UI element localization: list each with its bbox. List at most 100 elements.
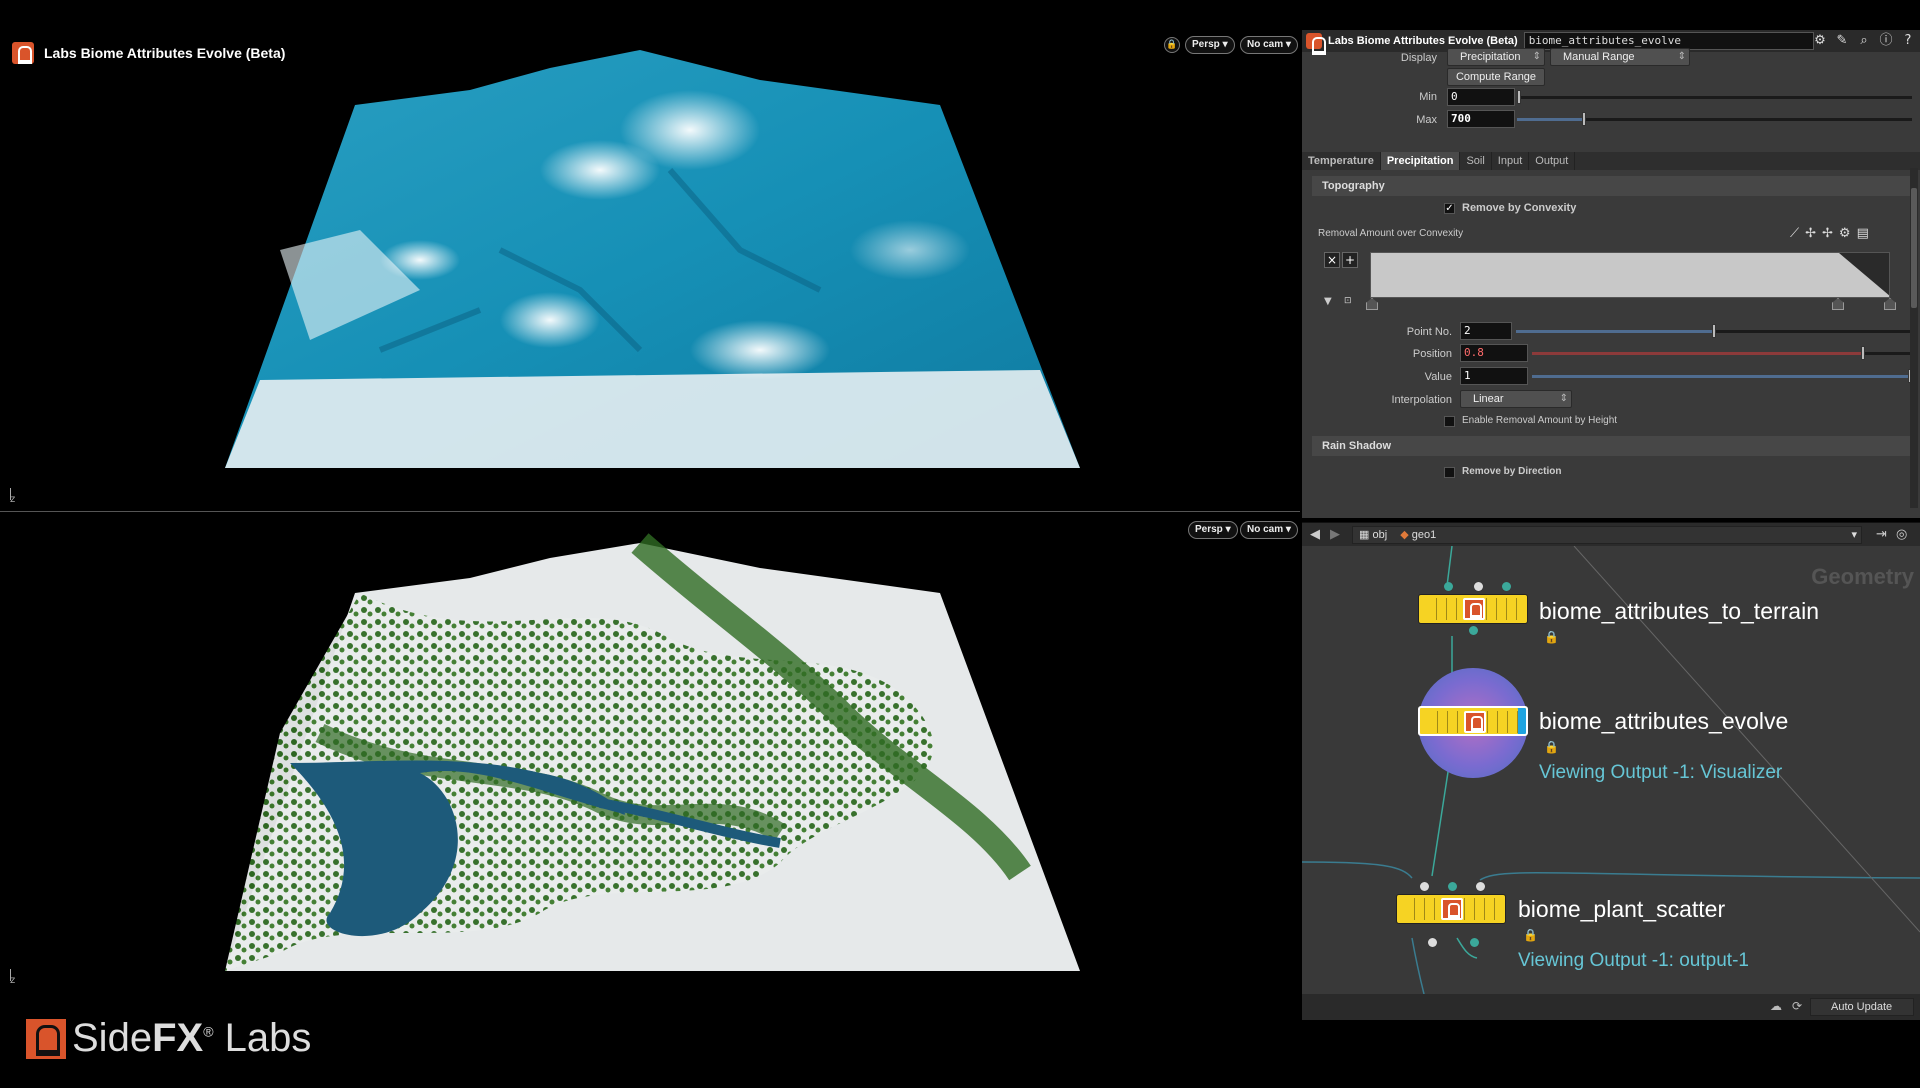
node-biome-plant-scatter[interactable] (1396, 894, 1506, 924)
pin-icon[interactable]: ⇥ (1876, 527, 1887, 542)
removal-amount-label: Removal Amount over Convexity (1318, 228, 1464, 239)
path-geo[interactable]: geo1 (1412, 529, 1436, 541)
node3-label[interactable]: biome_plant_scatter (1518, 896, 1725, 923)
remove-by-direction-checkbox[interactable] (1444, 467, 1455, 478)
persp-button-bottom[interactable]: Persp ▾ (1188, 521, 1238, 539)
geo-icon: ◆ (1400, 529, 1409, 541)
node1-input-0[interactable] (1444, 582, 1453, 591)
max-label: Max (1416, 114, 1437, 126)
info-icon[interactable]: ⓘ (1878, 33, 1894, 49)
node1-lock-icon[interactable]: 🔒 (1544, 630, 1559, 644)
obj-icon: ▦ (1359, 529, 1370, 541)
add-point-button[interactable]: + (1342, 252, 1358, 268)
tab-output[interactable]: Output (1529, 152, 1576, 170)
tab-soil[interactable]: Soil (1460, 152, 1492, 170)
node-biome-attributes-to-terrain[interactable] (1418, 594, 1528, 624)
node1-output[interactable] (1469, 626, 1478, 635)
point-no-knob[interactable] (1712, 324, 1716, 338)
min-slider-knob[interactable] (1517, 90, 1521, 104)
collapse-icon[interactable]: ▼ (1324, 296, 1332, 307)
network-editor[interactable]: Geometry biome_attributes_to_terrain 🔒 b… (1302, 546, 1920, 994)
value-slider[interactable] (1532, 369, 1912, 383)
path-dropdown-icon[interactable]: ▾ (1851, 527, 1857, 543)
compute-range-button[interactable]: Compute Range (1447, 68, 1545, 86)
max-field[interactable]: 700 (1447, 110, 1515, 128)
max-slider-knob[interactable] (1582, 112, 1586, 126)
display-menu[interactable]: Precipitation (1447, 48, 1545, 66)
forward-icon[interactable]: ▶ (1330, 527, 1340, 542)
help-icon[interactable]: ? (1900, 33, 1916, 49)
value-field[interactable]: 1 (1460, 367, 1528, 385)
auto-update-menu[interactable]: Auto Update (1810, 998, 1914, 1016)
cloud-icon[interactable]: ☁ (1770, 999, 1782, 1013)
interpolation-menu[interactable]: Linear (1460, 390, 1572, 408)
section-topography[interactable]: Topography (1312, 176, 1910, 196)
labs-node-icon (1463, 598, 1485, 620)
viewport-top[interactable]: Labs Biome Attributes Evolve (Beta) 🔒 Pe… (0, 0, 1300, 512)
parameter-scrollbar[interactable] (1910, 168, 1918, 508)
min-slider[interactable] (1517, 90, 1912, 104)
tab-temperature[interactable]: Temperature (1302, 152, 1381, 170)
scrollbar-thumb[interactable] (1911, 188, 1917, 308)
sidefx-labs-brand: SideFX® Labs (26, 1016, 311, 1061)
back-icon[interactable]: ◀ (1310, 527, 1320, 542)
point-no-slider[interactable] (1516, 324, 1912, 338)
ramp-handle-3[interactable] (1884, 298, 1896, 310)
network-path-bar: ◀ ▶ ▦ obj ◆ geo1 ▾ ⇥ ◎ (1302, 522, 1920, 546)
node2-label[interactable]: biome_attributes_evolve (1539, 708, 1788, 735)
range-menu[interactable]: Manual Range (1550, 48, 1690, 66)
node3-output-0[interactable] (1428, 938, 1437, 947)
node1-input-1[interactable] (1474, 582, 1483, 591)
terrain-precipitation-render (225, 50, 1080, 468)
node3-lock-icon[interactable]: 🔒 (1523, 928, 1538, 942)
node1-input-2[interactable] (1502, 582, 1511, 591)
brush-icon[interactable]: ✎ (1834, 33, 1850, 49)
labs-node-icon (1441, 898, 1463, 920)
viewport-bottom[interactable]: Persp ▾ No cam ▾ z (0, 513, 1300, 995)
tab-precipitation[interactable]: Precipitation (1380, 152, 1461, 170)
node3-output-info: Viewing Output -1: output-1 (1518, 950, 1749, 971)
max-slider[interactable] (1517, 112, 1912, 126)
node2-lock-icon[interactable]: 🔒 (1544, 740, 1559, 754)
camera-button-bottom[interactable]: No cam ▾ (1240, 521, 1298, 539)
min-field[interactable]: 0 (1447, 88, 1515, 106)
lock-icon[interactable]: 🔒 (1164, 37, 1180, 53)
persp-label: Persp (1192, 39, 1220, 50)
path-obj[interactable]: obj (1372, 529, 1387, 541)
remove-point-button[interactable]: × (1324, 252, 1340, 268)
tab-input[interactable]: Input (1492, 152, 1530, 170)
parameter-pane[interactable]: Labs Biome Attributes Evolve (Beta) biom… (1302, 30, 1920, 518)
section-rain-shadow[interactable]: Rain Shadow (1312, 436, 1910, 456)
enable-removal-height-checkbox[interactable] (1444, 416, 1455, 427)
node3-input-0[interactable] (1420, 882, 1429, 891)
gradient-icon[interactable]: ▤ (1857, 226, 1869, 241)
camera-button[interactable]: No cam ▾ (1240, 36, 1298, 54)
node3-input-2[interactable] (1476, 882, 1485, 891)
position-field[interactable]: 0.8 (1460, 344, 1528, 362)
ramp-handle-1[interactable] (1366, 298, 1378, 310)
gear-icon[interactable]: ⚙ (1839, 226, 1851, 241)
refresh-icon[interactable]: ⟳ (1792, 999, 1802, 1013)
persp-button[interactable]: Persp ▾ (1185, 36, 1235, 54)
position-knob[interactable] (1861, 346, 1865, 360)
param-tabs: Temperature Precipitation Soil Input Output (1302, 152, 1920, 170)
gear-icon[interactable]: ⚙ (1812, 33, 1828, 49)
position-slider[interactable] (1532, 346, 1912, 360)
remove-by-convexity-label: Remove by Convexity (1462, 202, 1577, 214)
node-biome-attributes-evolve[interactable] (1418, 706, 1528, 736)
move-alt-icon[interactable]: ✢ (1822, 226, 1833, 241)
move-icon[interactable]: ✢ (1805, 226, 1816, 241)
remove-by-convexity-checkbox[interactable]: ✓ (1444, 203, 1455, 214)
ramp-editor[interactable] (1370, 252, 1890, 298)
pen-icon[interactable]: ⟋ (1790, 226, 1799, 241)
point-no-field[interactable]: 2 (1460, 322, 1512, 340)
node3-input-1[interactable] (1448, 882, 1457, 891)
network-path[interactable]: ▦ obj ◆ geo1 ▾ (1352, 526, 1862, 544)
target-icon[interactable]: ◎ (1896, 527, 1907, 542)
node1-label[interactable]: biome_attributes_to_terrain (1539, 598, 1819, 625)
link-icon[interactable]: ⊡ (1344, 296, 1352, 306)
node3-output-1[interactable] (1470, 938, 1479, 947)
ramp-tools: ⟋ ✢ ✢ ⚙ ▤ (1790, 226, 1869, 241)
search-icon[interactable]: ⌕ (1856, 33, 1872, 49)
ramp-handle-2[interactable] (1832, 298, 1844, 310)
